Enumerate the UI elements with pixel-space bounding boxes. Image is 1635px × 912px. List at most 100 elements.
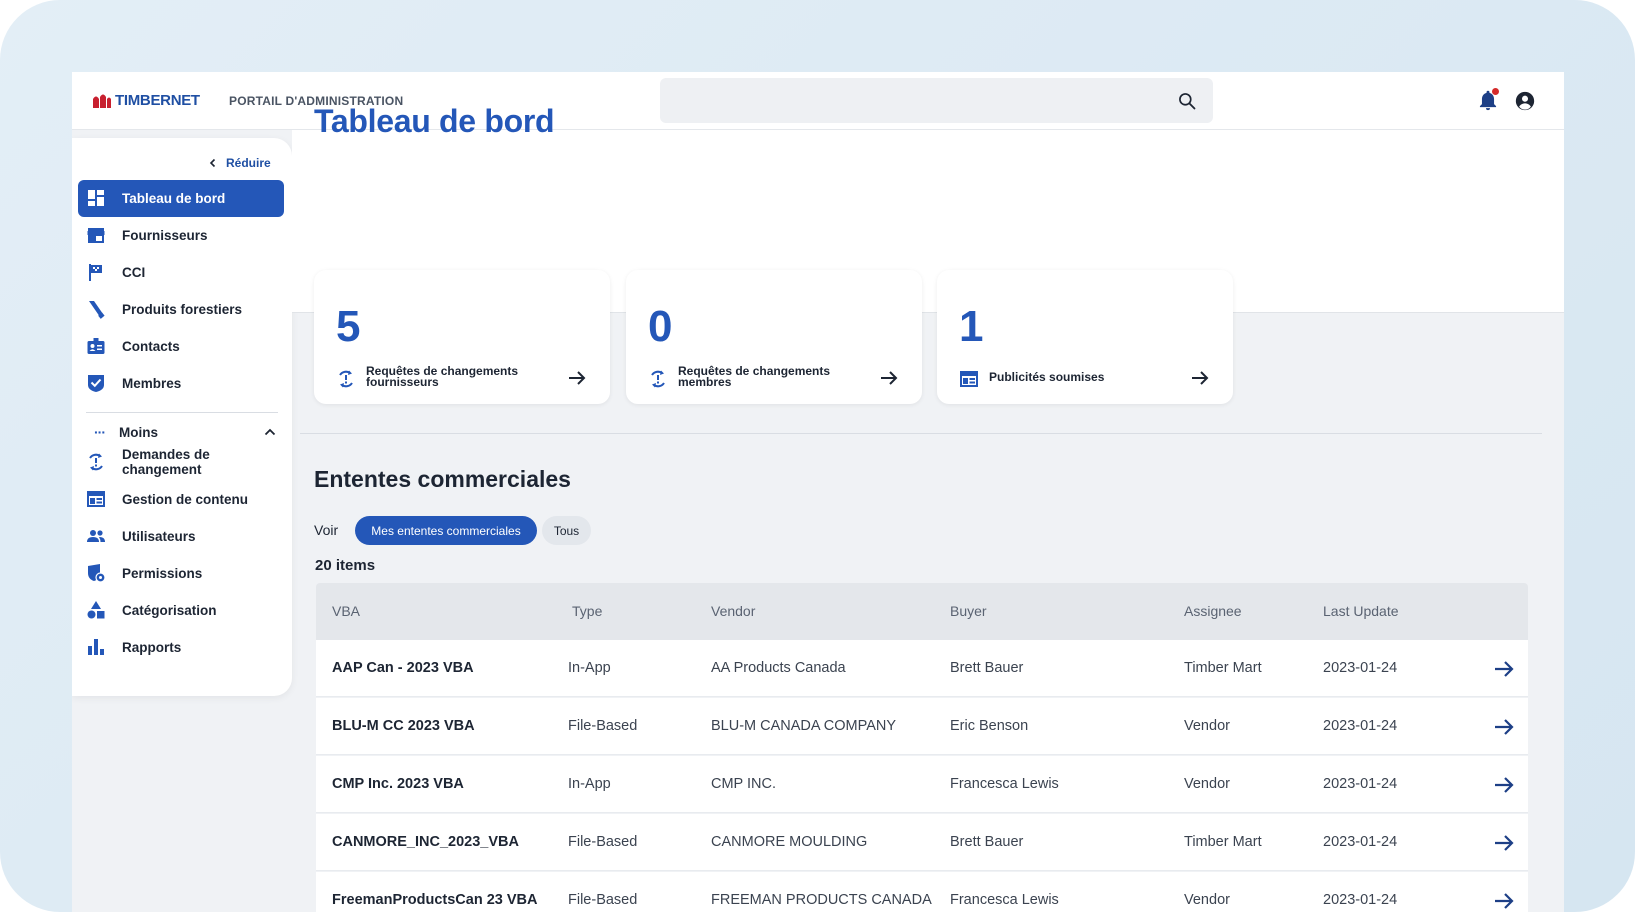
arrow-right-icon[interactable] <box>1493 890 1515 912</box>
arrow-right-icon[interactable] <box>1493 832 1515 854</box>
column-header-buyer[interactable]: Buyer <box>950 603 987 619</box>
product-icon <box>89 301 105 319</box>
arrow-right-icon[interactable] <box>1190 368 1210 388</box>
cell-assignee: Vendor <box>1184 776 1230 792</box>
sidebar-item-cci[interactable]: CCI <box>78 254 284 291</box>
sidebar-item-rapports[interactable]: Rapports <box>78 629 284 666</box>
stat-card-ads-submitted[interactable]: 1 Publicités soumises <box>937 270 1233 404</box>
less-label: Moins <box>119 424 158 440</box>
table-row[interactable]: FreemanProductsCan 23 VBA File-Based FRE… <box>316 872 1528 912</box>
table-row[interactable]: CMP Inc. 2023 VBA In-App CMP INC. France… <box>316 756 1528 813</box>
search-icon[interactable] <box>1177 91 1197 111</box>
sidebar-item-label: Membres <box>122 376 182 391</box>
column-header-type[interactable]: Type <box>572 603 602 619</box>
cell-vendor: BLU-M CANADA COMPANY <box>711 718 897 734</box>
sidebar-item-label: Demandes de changement <box>122 447 210 477</box>
dashboard-icon <box>88 190 104 206</box>
chevron-left-icon <box>209 158 216 168</box>
categories-icon <box>87 601 105 619</box>
filter-chip-mine[interactable]: Mes ententes commerciales <box>355 516 537 545</box>
sidebar: Réduire Tableau de bord Fournisseurs CCI… <box>72 138 292 696</box>
filter-chip-all[interactable]: Tous <box>542 516 591 545</box>
more-dots-icon: ··· <box>94 424 106 440</box>
arrow-right-icon[interactable] <box>1493 774 1515 796</box>
arrow-right-icon[interactable] <box>879 368 899 388</box>
chevron-up-icon <box>264 428 276 436</box>
stat-label: Publicités soumises <box>989 370 1105 384</box>
permissions-icon <box>88 564 106 583</box>
sidebar-item-demandes-de-changement[interactable]: Demandes de changement <box>78 443 284 481</box>
sidebar-item-gestion-de-contenu[interactable]: Gestion de contenu <box>78 481 284 518</box>
column-header-vba[interactable]: VBA <box>332 603 360 619</box>
change-request-icon <box>89 453 103 471</box>
stat-value: 5 <box>336 302 361 351</box>
sidebar-item-contacts[interactable]: Contacts <box>78 328 284 365</box>
search-input[interactable] <box>660 78 1170 123</box>
cell-buyer: Eric Benson <box>950 718 1029 734</box>
sidebar-item-label: Contacts <box>122 339 180 354</box>
cell-buyer: Brett Bauer <box>950 834 1024 850</box>
sidebar-item-label: Permissions <box>122 566 203 581</box>
reports-icon <box>88 639 104 655</box>
cell-vba: CMP Inc. 2023 VBA <box>332 776 464 792</box>
sidebar-item-categorisation[interactable]: Catégorisation <box>78 592 284 629</box>
cell-vba: CANMORE_INC_2023_VBA <box>332 834 519 850</box>
notification-badge <box>1492 88 1499 95</box>
sidebar-item-label: CCI <box>122 265 146 280</box>
change-request-icon <box>651 370 665 388</box>
sidebar-item-fournisseurs[interactable]: Fournisseurs <box>78 217 284 254</box>
stat-value: 0 <box>648 302 673 351</box>
arrow-right-icon[interactable] <box>1493 658 1515 680</box>
logo-mark-icon <box>93 94 111 108</box>
sidebar-item-permissions[interactable]: Permissions <box>78 555 284 592</box>
cell-vba: BLU-M CC 2023 VBA <box>332 718 475 734</box>
stat-card-member-changes[interactable]: 0 Requêtes de changements membres <box>626 270 922 404</box>
arrow-right-icon[interactable] <box>1493 716 1515 738</box>
timbernet-logo[interactable]: TIMBERNET <box>92 92 200 109</box>
column-header-assignee[interactable]: Assignee <box>1184 603 1242 619</box>
cell-buyer: Francesca Lewis <box>950 892 1059 908</box>
sidebar-item-label: Fournisseurs <box>122 228 208 243</box>
sidebar-item-label: Utilisateurs <box>122 529 196 544</box>
sidebar-item-membres[interactable]: Membres <box>78 365 284 402</box>
arrow-right-icon[interactable] <box>567 368 587 388</box>
cell-assignee: Timber Mart <box>1184 660 1262 676</box>
cell-assignee: Timber Mart <box>1184 834 1262 850</box>
sidebar-item-label: Tableau de bord <box>122 191 226 206</box>
column-header-last-update[interactable]: Last Update <box>1323 603 1399 619</box>
cell-buyer: Francesca Lewis <box>950 776 1059 792</box>
table-row[interactable]: AAP Can - 2023 VBA In-App AA Products Ca… <box>316 640 1528 697</box>
store-icon <box>87 228 105 243</box>
collapse-label: Réduire <box>226 156 271 170</box>
column-header-vendor[interactable]: Vendor <box>711 603 755 619</box>
item-count: 20 items <box>315 557 376 574</box>
section-title: Ententes commerciales <box>314 466 571 492</box>
account-icon[interactable] <box>1514 90 1536 112</box>
table-row[interactable]: CANMORE_INC_2023_VBA File-Based CANMORE … <box>316 814 1528 871</box>
content-icon <box>960 371 978 387</box>
cell-last-update: 2023-01-24 <box>1323 892 1398 908</box>
table-header: VBA Type Vendor Buyer Assignee Last Upda… <box>316 583 1528 640</box>
stat-value: 1 <box>959 302 984 351</box>
sidebar-item-tableau-de-bord[interactable]: Tableau de bord <box>78 180 284 217</box>
cell-buyer: Brett Bauer <box>950 660 1024 676</box>
section-divider <box>300 433 1542 434</box>
app-backdrop: TIMBERNET PORTAIL D'ADMINISTRATION Rédui… <box>0 0 1635 912</box>
collapse-sidebar-button[interactable]: Réduire <box>208 156 271 170</box>
table-row[interactable]: BLU-M CC 2023 VBA File-Based BLU-M CANAD… <box>316 698 1528 755</box>
cell-type: File-Based <box>568 718 638 734</box>
cell-vendor: CANMORE MOULDING <box>711 834 868 850</box>
stat-label: Requêtes de changements fournisseurs <box>366 364 519 389</box>
cell-vendor: FREEMAN PRODUCTS CANADA <box>711 892 932 908</box>
sidebar-item-utilisateurs[interactable]: Utilisateurs <box>78 518 284 555</box>
sidebar-item-produits-forestiers[interactable]: Produits forestiers <box>78 291 284 328</box>
sidebar-item-label: Produits forestiers <box>122 302 243 317</box>
users-icon <box>87 530 105 542</box>
contact-card-icon <box>87 338 105 354</box>
logo-text: TIMBERNET <box>115 92 200 109</box>
cell-vendor: AA Products Canada <box>711 660 846 676</box>
stat-card-supplier-changes[interactable]: 5 Requêtes de changements fournisseurs <box>314 270 610 404</box>
verified-icon <box>88 375 104 392</box>
cell-last-update: 2023-01-24 <box>1323 776 1398 792</box>
cell-type: In-App <box>568 776 611 792</box>
